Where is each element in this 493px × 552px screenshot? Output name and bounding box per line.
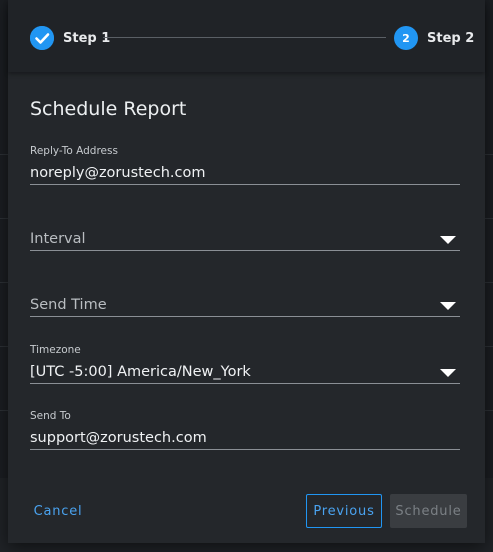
send-time-select[interactable]: Send Time: [30, 277, 460, 317]
send-time-placeholder: Send Time: [30, 297, 107, 313]
timezone-value: [UTC -5:00] America/New_York: [30, 364, 251, 380]
step-1-label: Step 1: [63, 30, 111, 46]
timezone-label: Timezone: [30, 344, 81, 356]
step-2: 2 Step 2: [394, 26, 474, 50]
reply-to-label: Reply-To Address: [30, 145, 118, 157]
step-connector: [103, 37, 386, 38]
reply-to-field[interactable]: Reply-To Address noreply@zorustech.com: [30, 145, 460, 185]
check-icon: [30, 26, 54, 50]
interval-select[interactable]: Interval: [30, 211, 460, 251]
schedule-button[interactable]: Schedule: [390, 494, 467, 528]
schedule-report-dialog: Step 1 2 Step 2 Schedule Report Reply-To…: [8, 0, 485, 543]
send-time-underline: [30, 316, 460, 317]
chevron-down-icon[interactable]: [440, 302, 456, 310]
timezone-select[interactable]: Timezone [UTC -5:00] America/New_York: [30, 344, 460, 384]
reply-to-underline: [30, 184, 460, 185]
timezone-underline: [30, 383, 460, 384]
send-to-input[interactable]: support@zorustech.com: [30, 427, 460, 449]
step-2-label: Step 2: [427, 30, 475, 46]
reply-to-input[interactable]: noreply@zorustech.com: [30, 162, 460, 184]
send-to-field[interactable]: Send To support@zorustech.com: [30, 410, 460, 450]
stepper: Step 1 2 Step 2: [8, 0, 485, 72]
cancel-button[interactable]: Cancel: [22, 494, 94, 528]
step-1: Step 1: [30, 26, 110, 50]
previous-button[interactable]: Previous: [306, 494, 382, 528]
send-to-underline: [30, 449, 460, 450]
send-to-label: Send To: [30, 410, 71, 422]
dialog-title: Schedule Report: [30, 98, 187, 120]
step-2-number: 2: [394, 26, 418, 50]
interval-underline: [30, 250, 460, 251]
chevron-down-icon[interactable]: [440, 236, 456, 244]
interval-placeholder: Interval: [30, 231, 86, 247]
chevron-down-icon[interactable]: [440, 369, 456, 377]
